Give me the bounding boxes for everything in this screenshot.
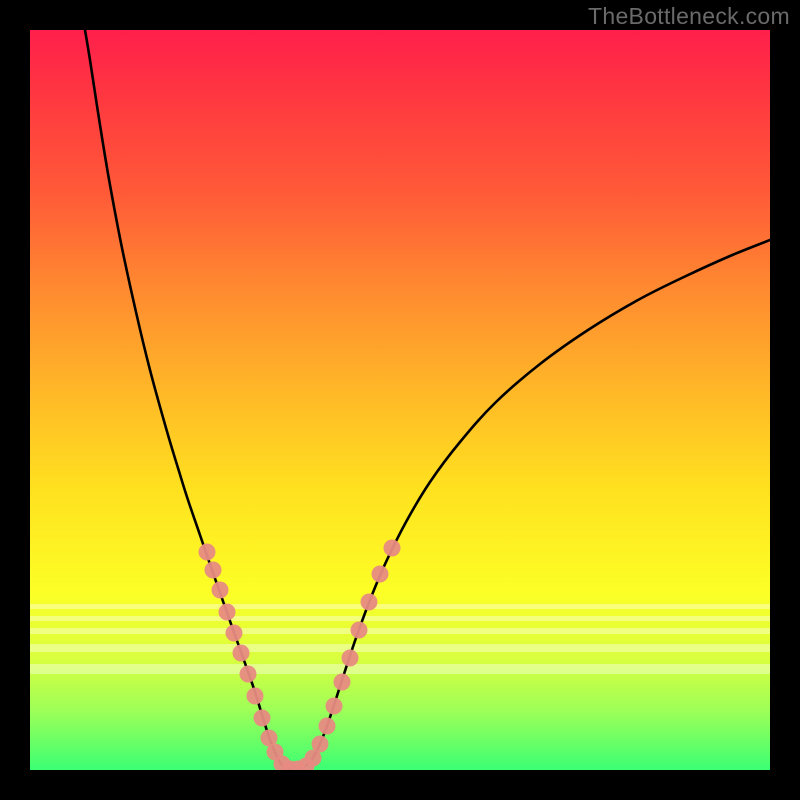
data-marker — [319, 718, 336, 735]
data-marker — [334, 674, 351, 691]
data-marker — [233, 645, 250, 662]
data-marker — [351, 622, 368, 639]
data-marker — [247, 688, 264, 705]
data-marker — [384, 540, 401, 557]
data-marker — [226, 625, 243, 642]
data-marker — [219, 604, 236, 621]
markers-left — [199, 544, 299, 771]
data-marker — [205, 562, 222, 579]
data-marker — [312, 736, 329, 753]
left-curve — [85, 30, 293, 770]
markers-right — [290, 540, 401, 771]
data-marker — [254, 710, 271, 727]
data-marker — [361, 594, 378, 611]
data-marker — [372, 566, 389, 583]
plot-area — [30, 30, 770, 770]
watermark-text: TheBottleneck.com — [588, 3, 790, 30]
right-curve — [293, 240, 770, 770]
chart-frame: TheBottleneck.com — [0, 0, 800, 800]
curves-svg — [30, 30, 770, 770]
data-marker — [199, 544, 216, 561]
data-marker — [342, 650, 359, 667]
data-marker — [326, 698, 343, 715]
data-marker — [212, 582, 229, 599]
data-marker — [240, 666, 257, 683]
